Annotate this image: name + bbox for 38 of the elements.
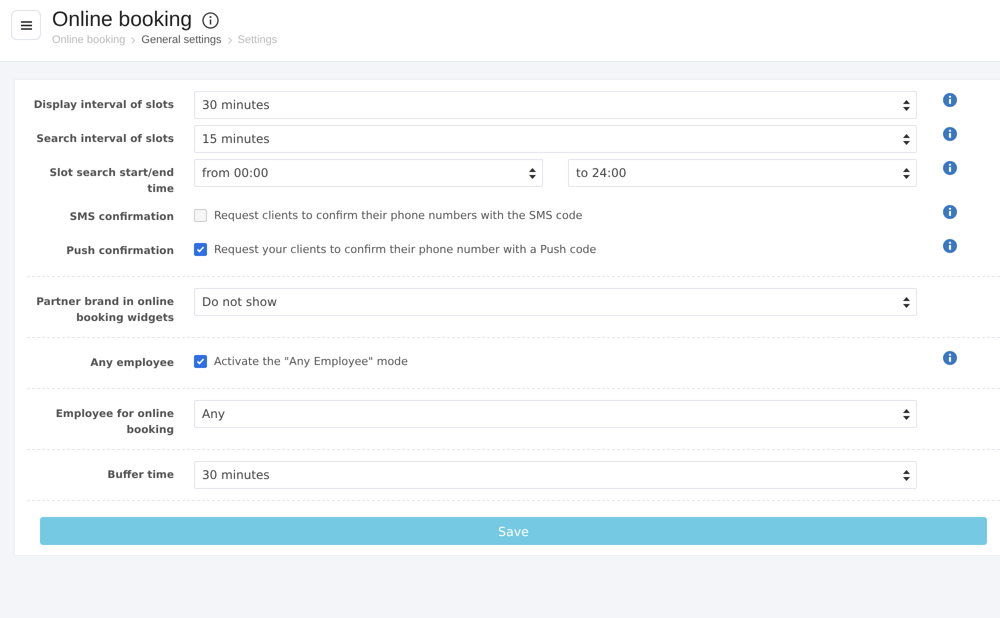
field-label: Search interval of slots — [35, 132, 174, 147]
chevron-icon — [131, 36, 136, 44]
select-field[interactable]: 15 minutes — [194, 125, 917, 153]
field-label: Partner brand in online booking widgets — [35, 295, 174, 326]
checkbox[interactable] — [194, 355, 207, 368]
select-field[interactable]: to 24:00 — [568, 159, 917, 187]
field-label: Any employee — [89, 356, 174, 371]
select-field[interactable]: Do not show — [194, 288, 917, 316]
select-field[interactable]: Any — [194, 400, 917, 428]
field-label: Employee for online booking — [54, 407, 174, 438]
chevron-icon — [228, 36, 232, 44]
checkbox-label: Request clients to confirm their phone numbers with the SMS code — [214, 209, 582, 222]
dropdown-arrows-icon — [903, 100, 910, 110]
checkbox-label: Activate the "Any Employee" mode — [214, 355, 408, 368]
dropdown-arrows-icon — [903, 408, 910, 420]
field-label: Display interval of slots — [32, 98, 174, 113]
dropdown-arrows-icon — [529, 168, 536, 178]
breadcrumb-link[interactable]: General settings — [141, 34, 222, 46]
checkbox[interactable] — [194, 243, 207, 256]
select-field[interactable]: 30 minutes — [194, 461, 917, 489]
menu-button[interactable] — [11, 10, 41, 40]
checkbox-label: Request your clients to confirm their phone number with a Push code — [214, 243, 596, 256]
field-label: Buffer time — [106, 468, 174, 483]
field-label: Slot search start/end time — [48, 166, 174, 197]
info-icon[interactable] — [202, 12, 220, 28]
menu-icon — [20, 20, 32, 30]
select-field[interactable]: from 00:00 — [194, 159, 543, 187]
select-field[interactable]: 30 minutes — [194, 91, 917, 119]
dropdown-arrows-icon — [903, 168, 910, 178]
checkmark-icon — [196, 357, 205, 366]
dropdown-arrows-icon — [903, 134, 910, 144]
checkbox[interactable] — [194, 209, 207, 222]
field-label: Push confirmation — [65, 244, 174, 259]
dropdown-arrows-icon — [903, 296, 910, 308]
dropdown-arrows-icon — [903, 470, 910, 480]
checkmark-icon — [196, 245, 205, 254]
page-title: Online booking — [52, 8, 192, 32]
field-label: SMS confirmation — [68, 210, 174, 225]
